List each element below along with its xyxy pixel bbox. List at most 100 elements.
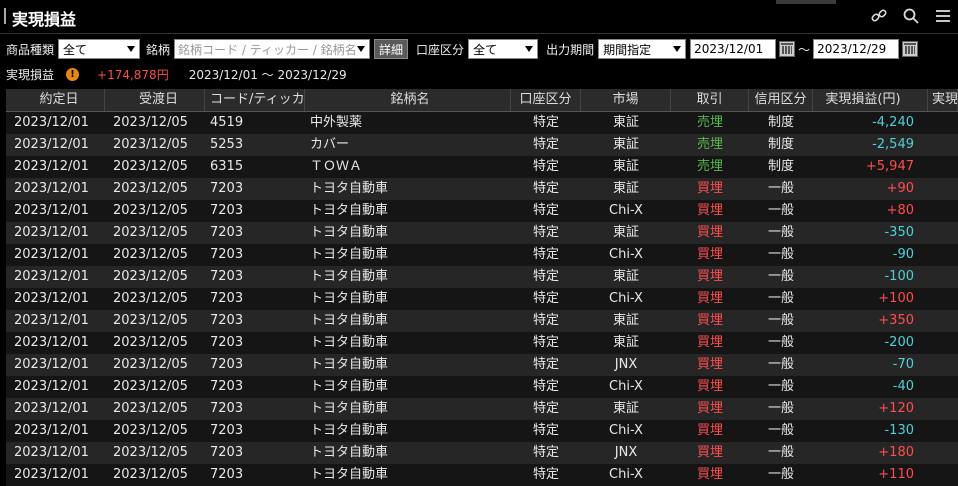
market-cell: 東証 [612,335,639,350]
trade-date-cell: 2023/12/01 [14,445,89,460]
calendar-icon[interactable] [902,41,919,57]
column-header[interactable]: 受渡日 [105,89,205,111]
table-row[interactable]: 2023/12/01 2023/12/05 7203 トヨタ自動車 特定 東証 買埋 一般 -2… [6,332,958,354]
page-title: 実現損益 [12,10,77,29]
issue-name-cell: カバー [310,137,350,152]
trade-side-cell: 買埋 [696,401,723,416]
trade-side-cell: 買埋 [696,379,723,394]
table-row[interactable]: 2023/12/01 2023/12/05 7203 トヨタ自動車 特定 東証 買埋 一般 +9… [6,178,958,200]
column-header[interactable]: 口座区分 [511,89,581,111]
market-cell: 東証 [612,181,639,196]
table-row[interactable]: 2023/12/01 2023/12/05 7203 トヨタ自動車 特定 東証 買埋 一般 -3… [6,222,958,244]
trade-date-cell: 2023/12/01 [14,225,89,240]
trade-side-cell: 買埋 [696,291,723,306]
warning-icon[interactable]: ! [66,67,80,81]
issue-name-cell: 中外製薬 [310,115,363,130]
link-icon[interactable] [870,7,888,25]
issue-name-cell: トヨタ自動車 [310,291,389,306]
trade-side-cell: 買埋 [696,357,723,372]
trade-date-cell: 2023/12/01 [14,159,89,174]
code-cell: 7203 [210,379,244,394]
market-cell: Chi-X [609,379,643,394]
trade-date-cell: 2023/12/01 [14,467,89,482]
table-row[interactable]: 2023/12/01 2023/12/05 7203 トヨタ自動車 特定 東証 買埋 一般 +3… [6,310,958,332]
trade-side-cell: 買埋 [696,467,723,482]
search-icon[interactable] [902,7,920,25]
column-header[interactable]: 実現損 [928,89,958,111]
table-row[interactable]: 2023/12/01 2023/12/05 7203 トヨタ自動車 特定 Chi-X 買埋 一… [6,244,958,266]
issue-placeholder: 銘柄コード / ティッカー / 銘柄名 [178,42,357,57]
market-cell: 東証 [612,115,639,130]
account-cell: 特定 [532,225,559,240]
issue-name-cell: トヨタ自動車 [310,357,389,372]
code-cell: 7203 [210,401,244,416]
date-from-input[interactable]: 2023/12/01 [690,39,777,59]
trade-side-cell: 買埋 [696,225,723,240]
table-row[interactable]: 2023/12/01 2023/12/05 7203 トヨタ自動車 特定 Chi-X 買埋 一… [6,288,958,310]
market-cell: Chi-X [609,423,643,438]
trade-date-cell: 2023/12/01 [14,137,89,152]
issue-search-input[interactable]: 銘柄コード / ティッカー / 銘柄名 [174,39,371,59]
trade-side-cell: 買埋 [696,269,723,284]
truncated-cell [928,376,958,398]
account-cell: 特定 [532,247,559,262]
column-header[interactable]: 銘柄名 [305,89,511,111]
market-cell: Chi-X [609,247,643,262]
account-cell: 特定 [532,203,559,218]
column-header[interactable]: 信用区分 [749,89,813,111]
pnl-cell: +120 [878,401,914,416]
truncated-cell [928,420,958,442]
trade-date-cell: 2023/12/01 [14,291,89,306]
table-row[interactable]: 2023/12/01 2023/12/05 7203 トヨタ自動車 特定 Chi-X 買埋 一… [6,420,958,442]
table-row[interactable]: 2023/12/01 2023/12/05 7203 トヨタ自動車 特定 東証 買埋 一般 -1… [6,266,958,288]
credit-type-cell: 制度 [767,159,794,174]
table-row[interactable]: 2023/12/01 2023/12/05 7203 トヨタ自動車 特定 JNX 買埋 一般 -… [6,354,958,376]
product-type-select[interactable]: 全て [58,39,141,59]
account-cell: 特定 [532,335,559,350]
account-cell: 特定 [532,313,559,328]
column-header[interactable]: 取引 [671,89,749,111]
credit-type-cell: 制度 [767,137,794,152]
account-cell: 特定 [532,159,559,174]
date-to-input[interactable]: 2023/12/29 [813,39,900,59]
truncated-cell [928,156,958,178]
table-row[interactable]: 2023/12/01 2023/12/05 4519 中外製薬 特定 東証 売埋 制度 -4,2… [6,112,958,134]
dropdown-arrow-icon [673,46,682,52]
detail-button[interactable]: 詳細 [374,39,409,59]
truncated-cell [928,310,958,332]
column-header[interactable]: 約定日 [6,89,105,111]
code-cell: 7203 [210,335,244,350]
menu-icon[interactable] [934,7,952,25]
table-row[interactable]: 2023/12/01 2023/12/05 7203 トヨタ自動車 特定 JNX 買埋 一般 +… [6,442,958,464]
column-header[interactable]: コード/ティッカー [205,89,305,111]
pnl-cell: -350 [884,225,914,240]
trade-date-cell: 2023/12/01 [14,357,89,372]
trade-side-cell: 買埋 [696,313,723,328]
filter-bar: 商品種類 全て 銘柄 銘柄コード / ティッカー / 銘柄名 詳細 口座区分 全… [0,36,958,62]
code-cell: 7203 [210,445,244,460]
code-cell: 7203 [210,269,244,284]
table-row[interactable]: 2023/12/01 2023/12/05 5253 カバー 特定 東証 売埋 制度 -2,54… [6,134,958,156]
pnl-cell: +5,947 [865,159,914,174]
market-cell: 東証 [612,401,639,416]
period-select[interactable]: 期間指定 [598,39,687,59]
account-select[interactable]: 全て [468,39,539,59]
table-row[interactable]: 2023/12/01 2023/12/05 7203 トヨタ自動車 特定 Chi-X 買埋 一… [6,200,958,222]
calendar-icon[interactable] [779,41,796,57]
issue-name-cell: トヨタ自動車 [310,379,389,394]
market-cell: 東証 [612,159,639,174]
trade-side-cell: 買埋 [696,423,723,438]
table-row[interactable]: 2023/12/01 2023/12/05 7203 トヨタ自動車 特定 東証 買埋 一般 +1… [6,398,958,420]
market-cell: 東証 [612,137,639,152]
date-range-separator: 〜 [798,42,811,57]
settle-date-cell: 2023/12/05 [113,137,188,152]
credit-type-cell: 一般 [767,313,794,328]
column-header[interactable]: 市場 [581,89,671,111]
table-body: 2023/12/01 2023/12/05 4519 中外製薬 特定 東証 売埋 制度 -4,2… [6,112,958,486]
code-cell: 7203 [210,203,244,218]
summary-amount: +174,878円 [97,67,169,82]
table-row[interactable]: 2023/12/01 2023/12/05 7203 トヨタ自動車 特定 Chi-X 買埋 一… [6,464,958,486]
table-row[interactable]: 2023/12/01 2023/12/05 6315 ＴＯＷＡ 特定 東証 売埋 制度 +5,9… [6,156,958,178]
table-row[interactable]: 2023/12/01 2023/12/05 7203 トヨタ自動車 特定 Chi-X 買埋 一… [6,376,958,398]
column-header[interactable]: 実現損益(円) [813,89,928,111]
